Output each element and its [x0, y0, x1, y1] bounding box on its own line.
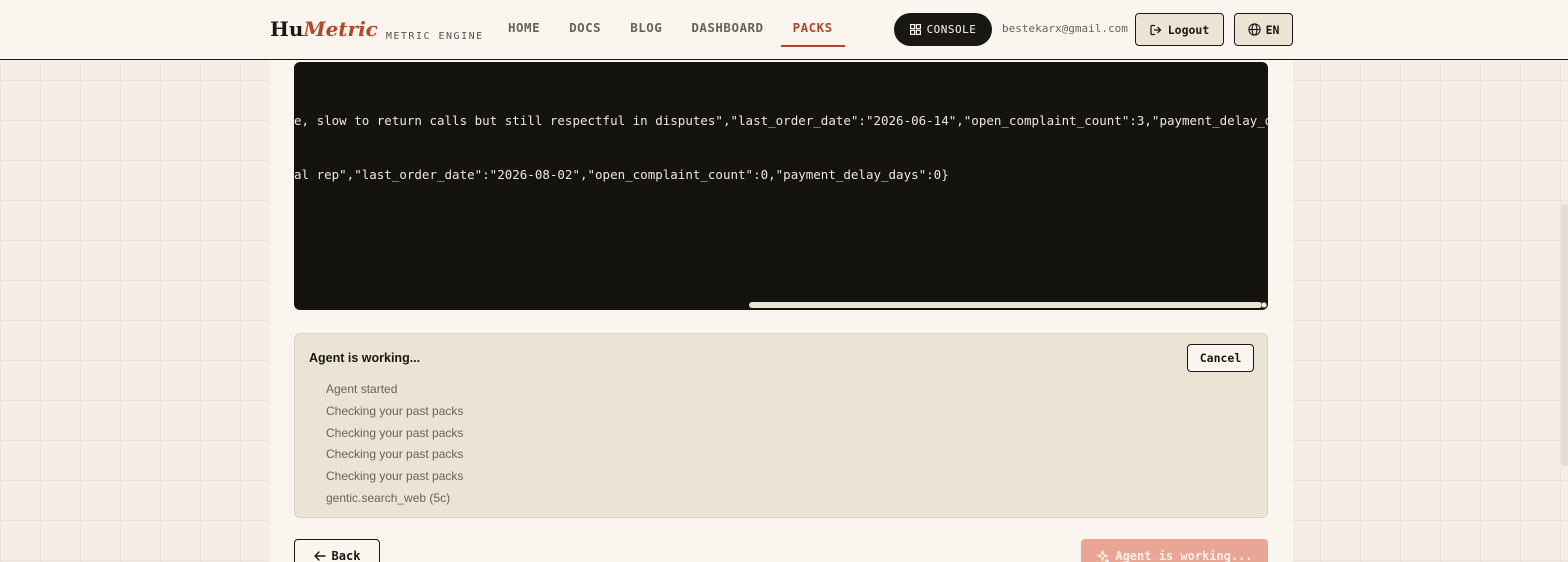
nav-docs[interactable]: DOCS	[569, 0, 601, 46]
resize-handle-icon[interactable]	[1261, 302, 1267, 308]
nav-blog[interactable]: BLOG	[630, 0, 662, 46]
agent-working-button: Agent is working...	[1081, 539, 1268, 562]
terminal-lines: e, slow to return calls but still respec…	[294, 76, 1268, 220]
terminal-line: e, slow to return calls but still respec…	[294, 113, 1268, 128]
logo-metric: Metric	[303, 17, 378, 41]
log-item: Checking your past packs	[326, 447, 464, 462]
log-item: Checking your past packs	[326, 469, 464, 484]
terminal-horizontal-scrollbar[interactable]	[749, 302, 1262, 308]
log-item: gentic.search_web (5c)	[326, 490, 451, 505]
agent-status-title: Agent is working...	[309, 351, 421, 365]
console-label: CONSOLE	[926, 23, 977, 36]
log-item: Checking your past packs	[326, 425, 464, 440]
page-scrollbar[interactable]	[1561, 204, 1568, 466]
agent-working-label: Agent is working...	[1115, 549, 1253, 562]
top-header: Hu Metric METRIC ENGINE HOME DOCS BLOG D…	[0, 0, 1568, 60]
user-email: bestekarx@gmail.com	[1002, 22, 1128, 35]
logout-button[interactable]: Logout	[1135, 13, 1224, 46]
arrow-left-icon	[313, 551, 326, 561]
logout-label: Logout	[1167, 22, 1210, 37]
language-button[interactable]: EN	[1234, 13, 1293, 46]
back-label: Back	[331, 549, 361, 562]
back-button[interactable]: Back	[294, 539, 380, 562]
console-button[interactable]: CONSOLE	[894, 13, 992, 46]
agent-log-list: Agent started Checking your past packs C…	[326, 380, 463, 511]
nav-packs[interactable]: PACKS	[780, 0, 845, 47]
globe-icon	[1247, 23, 1261, 36]
nav-dashboard[interactable]: DASHBOARD	[691, 0, 763, 46]
logo-subtitle: METRIC ENGINE	[385, 31, 484, 42]
logo[interactable]: Hu Metric METRIC ENGINE	[270, 17, 484, 42]
agent-status-panel: Agent is working... Cancel Agent started…	[294, 333, 1268, 518]
grid-icon	[909, 24, 921, 35]
sparkle-icon	[1096, 549, 1110, 562]
logo-hu: Hu	[270, 17, 304, 41]
logout-icon	[1150, 24, 1162, 36]
log-item: Checking your past packs	[326, 403, 464, 418]
log-item: Agent started	[326, 382, 398, 396]
output-terminal[interactable]: e, slow to return calls but still respec…	[294, 62, 1268, 310]
nav-home[interactable]: HOME	[508, 0, 540, 46]
cancel-button[interactable]: Cancel	[1187, 344, 1254, 372]
terminal-line: al rep","last_order_date":"2026-08-02","…	[294, 167, 949, 182]
language-label: EN	[1265, 22, 1280, 37]
main-nav: HOME DOCS BLOG DASHBOARD PACKS	[508, 0, 862, 60]
